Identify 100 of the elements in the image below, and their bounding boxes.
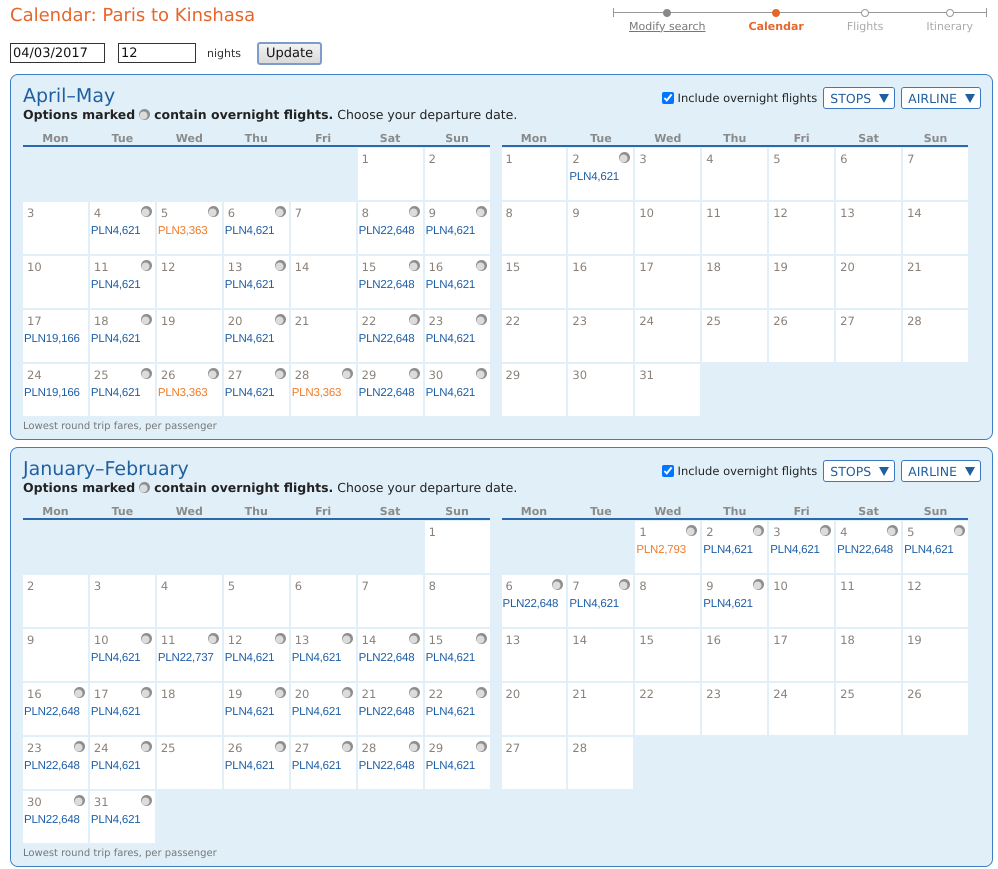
day-cell[interactable]: 30 PLN4,621 <box>424 364 490 416</box>
day-cell[interactable]: 2 PLN4,621 <box>702 521 768 573</box>
day-cell[interactable]: 22 <box>502 310 566 362</box>
day-cell[interactable]: 20 PLN4,621 <box>290 683 356 735</box>
day-cell[interactable]: 6 <box>290 575 356 627</box>
day-cell[interactable]: 29 PLN4,621 <box>424 737 490 789</box>
day-cell[interactable]: 19 <box>769 256 834 308</box>
day-cell[interactable]: 19 <box>156 310 222 362</box>
day-cell[interactable]: 20 PLN4,621 <box>224 310 289 362</box>
day-cell[interactable]: 12 <box>769 202 834 254</box>
day-cell[interactable]: 6 PLN22,648 <box>502 575 566 627</box>
day-cell[interactable]: 1 <box>358 148 423 200</box>
day-cell[interactable]: 2 PLN4,621 <box>568 148 634 200</box>
day-cell[interactable]: 15 <box>502 256 566 308</box>
day-cell[interactable]: 30 PLN22,648 <box>23 791 88 843</box>
day-cell[interactable]: 7 PLN4,621 <box>568 575 634 627</box>
day-cell[interactable]: 4 PLN22,648 <box>836 521 902 573</box>
day-cell[interactable]: 10 <box>635 202 700 254</box>
day-cell[interactable]: 18 <box>156 683 222 735</box>
day-cell[interactable]: 4 <box>156 575 222 627</box>
day-cell[interactable]: 21 PLN22,648 <box>358 683 423 735</box>
day-cell[interactable]: 8 <box>502 202 566 254</box>
day-cell[interactable]: 23 <box>702 683 768 735</box>
filter-dropdown[interactable]: STOPS <box>823 87 896 109</box>
day-cell[interactable]: 25 <box>702 310 768 362</box>
day-cell[interactable]: 28 <box>568 737 634 789</box>
nights-field[interactable]: 12 <box>118 43 196 63</box>
day-cell[interactable]: 22 <box>635 683 700 735</box>
day-cell[interactable]: 18 <box>836 629 902 681</box>
day-cell[interactable]: 30 <box>568 364 634 416</box>
overnight-checkbox[interactable] <box>662 465 674 477</box>
day-cell[interactable]: 26 PLN4,621 <box>224 737 289 789</box>
day-cell[interactable]: 13 PLN4,621 <box>290 629 356 681</box>
day-cell[interactable]: 1 <box>502 148 566 200</box>
day-cell[interactable]: 12 <box>903 575 968 627</box>
day-cell[interactable]: 9 <box>568 202 634 254</box>
day-cell[interactable]: 9 PLN4,621 <box>702 575 768 627</box>
day-cell[interactable]: 11 <box>702 202 768 254</box>
day-cell[interactable]: 21 <box>903 256 968 308</box>
day-cell[interactable]: 26 PLN3,363 <box>156 364 222 416</box>
day-cell[interactable]: 26 <box>769 310 834 362</box>
day-cell[interactable]: 17 <box>769 629 834 681</box>
day-cell[interactable]: 5 PLN4,621 <box>903 521 968 573</box>
day-cell[interactable]: 5 <box>224 575 289 627</box>
day-cell[interactable]: 14 PLN22,648 <box>358 629 423 681</box>
day-cell[interactable]: 2 <box>23 575 88 627</box>
day-cell[interactable]: 17 PLN19,166 <box>23 310 88 362</box>
date-field[interactable]: 04/03/2017 <box>10 43 105 63</box>
filter-dropdown[interactable]: AIRLINE <box>901 460 981 482</box>
day-cell[interactable]: 22 PLN22,648 <box>358 310 423 362</box>
day-cell[interactable]: 27 PLN4,621 <box>224 364 289 416</box>
day-cell[interactable]: 31 PLN4,621 <box>90 791 155 843</box>
day-cell[interactable]: 17 <box>635 256 700 308</box>
day-cell[interactable]: 24 PLN4,621 <box>90 737 155 789</box>
day-cell[interactable]: 20 <box>502 683 566 735</box>
day-cell[interactable]: 31 <box>635 364 700 416</box>
day-cell[interactable]: 3 <box>23 202 88 254</box>
day-cell[interactable]: 7 <box>290 202 356 254</box>
day-cell[interactable]: 21 <box>568 683 634 735</box>
day-cell[interactable]: 9 <box>23 629 88 681</box>
update-button[interactable]: Update <box>257 42 322 64</box>
day-cell[interactable]: 22 PLN4,621 <box>424 683 490 735</box>
day-cell[interactable]: 24 <box>769 683 834 735</box>
day-cell[interactable]: 23 PLN22,648 <box>23 737 88 789</box>
day-cell[interactable]: 15 <box>635 629 700 681</box>
day-cell[interactable]: 10 PLN4,621 <box>90 629 155 681</box>
day-cell[interactable]: 7 <box>903 148 968 200</box>
filter-dropdown[interactable]: STOPS <box>823 460 896 482</box>
filter-dropdown[interactable]: AIRLINE <box>901 87 981 109</box>
day-cell[interactable]: 27 <box>836 310 902 362</box>
day-cell[interactable]: 8 <box>635 575 700 627</box>
day-cell[interactable]: 28 <box>903 310 968 362</box>
day-cell[interactable]: 25 PLN4,621 <box>90 364 155 416</box>
day-cell[interactable]: 25 <box>156 737 222 789</box>
day-cell[interactable]: 1 PLN2,793 <box>635 521 700 573</box>
day-cell[interactable]: 3 PLN4,621 <box>769 521 834 573</box>
day-cell[interactable]: 3 <box>635 148 700 200</box>
day-cell[interactable]: 10 <box>23 256 88 308</box>
day-cell[interactable]: 14 <box>903 202 968 254</box>
day-cell[interactable]: 10 <box>769 575 834 627</box>
day-cell[interactable]: 18 PLN4,621 <box>90 310 155 362</box>
day-cell[interactable]: 5 <box>769 148 834 200</box>
day-cell[interactable]: 24 PLN19,166 <box>23 364 88 416</box>
step-label[interactable]: Modify search <box>629 20 706 32</box>
day-cell[interactable]: 15 PLN22,648 <box>358 256 423 308</box>
day-cell[interactable]: 28 PLN22,648 <box>358 737 423 789</box>
day-cell[interactable]: 13 PLN4,621 <box>224 256 289 308</box>
day-cell[interactable]: 4 PLN4,621 <box>90 202 155 254</box>
day-cell[interactable]: 27 PLN4,621 <box>290 737 356 789</box>
day-cell[interactable]: 8 PLN22,648 <box>358 202 423 254</box>
day-cell[interactable]: 7 <box>358 575 423 627</box>
day-cell[interactable]: 16 PLN4,621 <box>424 256 490 308</box>
day-cell[interactable]: 8 <box>424 575 490 627</box>
day-cell[interactable]: 12 PLN4,621 <box>224 629 289 681</box>
day-cell[interactable]: 19 PLN4,621 <box>224 683 289 735</box>
day-cell[interactable]: 11 PLN22,737 <box>156 629 222 681</box>
day-cell[interactable]: 11 PLN4,621 <box>90 256 155 308</box>
day-cell[interactable]: 21 <box>290 310 356 362</box>
day-cell[interactable]: 4 <box>702 148 768 200</box>
day-cell[interactable]: 29 PLN22,648 <box>358 364 423 416</box>
